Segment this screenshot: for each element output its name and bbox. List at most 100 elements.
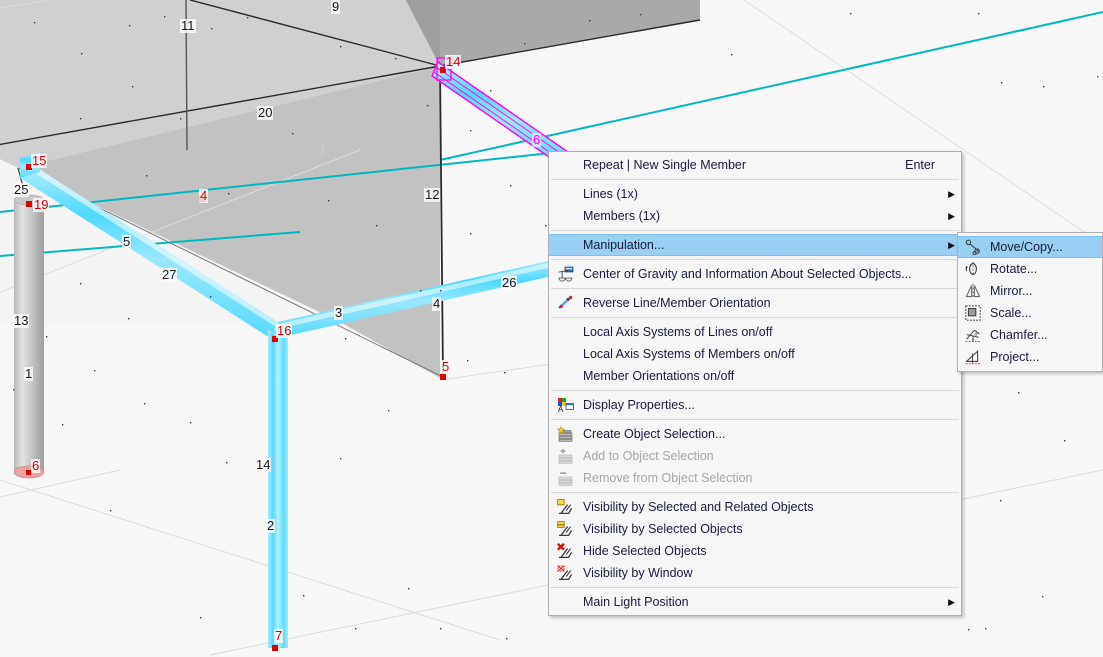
member-14[interactable] xyxy=(268,330,288,648)
member-13-cylinder[interactable] xyxy=(13,194,45,479)
node-4[interactable] xyxy=(199,196,205,202)
menu-item-label: Members (1x) xyxy=(583,209,661,223)
visibility-related-icon xyxy=(553,498,577,516)
chevron-right-icon: ▶ xyxy=(948,210,955,221)
menu-item-center-of-gravity[interactable]: Center of Gravity and Information About … xyxy=(549,263,961,285)
chevron-right-icon: ▶ xyxy=(948,188,955,199)
submenu-item-rotate[interactable]: Rotate... xyxy=(958,258,1102,280)
cylinder-body xyxy=(14,200,44,472)
no-icon xyxy=(553,207,577,225)
menu-item-main-light-position[interactable]: Main Light Position ▶ xyxy=(549,591,961,613)
center-of-gravity-icon xyxy=(553,265,577,283)
add-object-selection-icon xyxy=(553,447,577,465)
menu-separator xyxy=(551,288,959,289)
menu-item-visibility-selected-related[interactable]: Visibility by Selected and Related Objec… xyxy=(549,496,961,518)
edge-wall-11 xyxy=(185,0,188,151)
menu-item-label: Visibility by Selected Objects xyxy=(583,522,743,536)
no-icon xyxy=(553,323,577,341)
node-19[interactable] xyxy=(26,201,32,207)
menu-item-label: Center of Gravity and Information About … xyxy=(583,267,912,281)
no-icon xyxy=(553,345,577,363)
application-window: 53 11 9 20 25 12 5 27 13 3 4 26 1 14 2 15 19 4 14 16 5 6 7 6… xyxy=(0,0,1103,657)
menu-item-visibility-selected[interactable]: Visibility by Selected Objects xyxy=(549,518,961,540)
project-icon xyxy=(962,348,984,366)
menu-item-shortcut: Enter xyxy=(905,158,935,172)
menu-item-label: Member Orientations on/off xyxy=(583,369,735,383)
no-icon xyxy=(553,367,577,385)
submenu-item-label: Chamfer... xyxy=(990,328,1048,342)
menu-item-hide-selected-objects[interactable]: Hide Selected Objects xyxy=(549,540,961,562)
menu-separator xyxy=(551,419,959,420)
menu-item-local-axis-lines[interactable]: Local Axis Systems of Lines on/off xyxy=(549,321,961,343)
context-menu[interactable]: Repeat | New Single Member Enter Lines (1x… xyxy=(548,151,962,616)
visibility-window-icon xyxy=(553,564,577,582)
menu-item-local-axis-members[interactable]: Local Axis Systems of Members on/off xyxy=(549,343,961,365)
menu-item-members[interactable]: Members (1x) ▶ xyxy=(549,205,961,227)
menu-separator xyxy=(551,259,959,260)
no-icon xyxy=(553,236,577,254)
submenu-item-scale[interactable]: Scale... xyxy=(958,302,1102,324)
svg-text:A: A xyxy=(558,405,564,413)
svg-text:α: α xyxy=(974,331,977,337)
hide-selected-icon xyxy=(553,542,577,560)
chamfer-icon: α xyxy=(962,326,984,344)
scale-icon xyxy=(962,304,984,322)
no-icon xyxy=(553,185,577,203)
node-5[interactable] xyxy=(440,374,446,380)
submenu-item-chamfer[interactable]: α Chamfer... xyxy=(958,324,1102,346)
menu-item-visibility-by-window[interactable]: Visibility by Window xyxy=(549,562,961,584)
menu-item-label: Display Properties... xyxy=(583,398,695,412)
visibility-selected-icon xyxy=(553,520,577,538)
node-6[interactable] xyxy=(26,470,31,475)
submenu-item-label: Project... xyxy=(990,350,1040,364)
menu-separator xyxy=(551,230,959,231)
menu-separator xyxy=(551,179,959,180)
menu-item-create-object-selection[interactable]: Create Object Selection... xyxy=(549,423,961,445)
submenu-item-move-copy[interactable]: Move/Copy... xyxy=(958,236,1102,258)
chevron-right-icon: ▶ xyxy=(948,239,955,250)
submenu-item-label: Scale... xyxy=(990,306,1032,320)
manipulation-submenu[interactable]: Move/Copy... Rotate... Mirror... Scale... α C… xyxy=(957,232,1103,372)
node-14[interactable] xyxy=(440,67,446,73)
node-16[interactable] xyxy=(272,336,278,342)
menu-item-label: Main Light Position xyxy=(583,595,689,609)
node-15[interactable] xyxy=(26,164,32,170)
submenu-item-label: Mirror... xyxy=(990,284,1033,298)
menu-separator xyxy=(551,317,959,318)
menu-separator xyxy=(551,492,959,493)
menu-item-label: Local Axis Systems of Lines on/off xyxy=(583,325,773,339)
chevron-right-icon: ▶ xyxy=(948,596,955,607)
menu-item-label: Visibility by Selected and Related Objec… xyxy=(583,500,814,514)
menu-item-label: Manipulation... xyxy=(583,238,665,252)
move-copy-icon xyxy=(962,238,984,256)
mirror-icon xyxy=(962,282,984,300)
menu-item-reverse-orientation[interactable]: Reverse Line/Member Orientation xyxy=(549,292,961,314)
menu-item-label: Hide Selected Objects xyxy=(583,544,707,558)
menu-item-label: Local Axis Systems of Members on/off xyxy=(583,347,795,361)
menu-item-label: Repeat | New Single Member xyxy=(583,158,747,172)
menu-item-label: Lines (1x) xyxy=(583,187,638,201)
submenu-item-label: Move/Copy... xyxy=(990,240,1063,254)
display-properties-icon: A xyxy=(553,396,577,414)
menu-item-label: Add to Object Selection xyxy=(583,449,714,463)
menu-separator xyxy=(551,587,959,588)
menu-item-member-orientations[interactable]: Member Orientations on/off xyxy=(549,365,961,387)
menu-item-display-properties[interactable]: A Display Properties... xyxy=(549,394,961,416)
submenu-item-project[interactable]: Project... xyxy=(958,346,1102,368)
menu-item-label: Remove from Object Selection xyxy=(583,471,753,485)
remove-object-selection-icon xyxy=(553,469,577,487)
menu-item-add-to-object-selection: Add to Object Selection xyxy=(549,445,961,467)
no-icon xyxy=(553,156,577,174)
submenu-item-mirror[interactable]: Mirror... xyxy=(958,280,1102,302)
menu-item-lines[interactable]: Lines (1x) ▶ xyxy=(549,183,961,205)
menu-item-label: Create Object Selection... xyxy=(583,427,726,441)
no-icon xyxy=(553,593,577,611)
menu-item-label: Visibility by Window xyxy=(583,566,693,580)
menu-item-repeat-new-single-member[interactable]: Repeat | New Single Member Enter xyxy=(549,154,961,176)
menu-item-manipulation[interactable]: Manipulation... ▶ xyxy=(549,234,961,256)
menu-separator xyxy=(551,390,959,391)
menu-item-remove-from-object-selection: Remove from Object Selection xyxy=(549,467,961,489)
reverse-orientation-icon xyxy=(553,294,577,312)
node-7[interactable] xyxy=(272,645,278,651)
submenu-item-label: Rotate... xyxy=(990,262,1038,276)
